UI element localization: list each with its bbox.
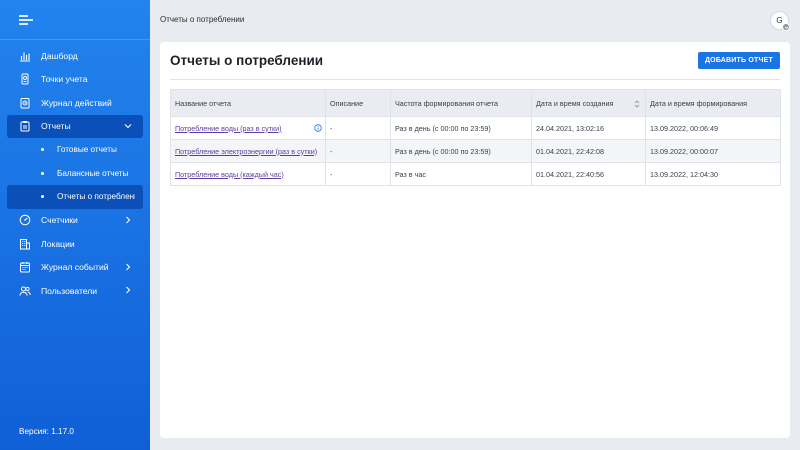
sidebar-item-meter-points[interactable]: Точки учета	[0, 68, 150, 92]
sidebar-subitem-label: Готовые отчеты	[57, 145, 117, 155]
bullet-icon	[41, 195, 44, 199]
report-link[interactable]: Потребление электроэнергии (раз в сутки)	[175, 147, 317, 156]
sidebar-item-dashboard[interactable]: Дашборд	[0, 44, 150, 68]
sidebar-subitem-consumption-reports[interactable]: Отчеты о потреблении	[7, 185, 143, 209]
report-name-cell: Потребление воды (раз в сутки)	[170, 116, 326, 140]
sidebar-item-label: Журнал действий	[41, 97, 112, 108]
topbar: Отчеты о потреблении G	[150, 0, 800, 40]
sidebar-item-label: Локации	[41, 238, 75, 249]
sort-icon[interactable]	[634, 100, 640, 108]
page-title: Отчеты о потреблении	[170, 53, 324, 68]
meter-point-icon	[19, 73, 31, 85]
sidebar-item-label: Журнал событий	[41, 262, 109, 273]
column-header-created[interactable]: Дата и время создания	[531, 89, 646, 117]
sidebar-item-users[interactable]: Пользователи	[0, 279, 150, 303]
users-icon	[19, 285, 31, 297]
frequency-cell: Раз в день (с 00:00 по 23:59)	[390, 139, 532, 163]
created-cell: 24.04.2021, 13:02:16	[531, 116, 646, 140]
sidebar-subitem-label: Балансные отчеты	[57, 168, 129, 178]
description-cell: -	[325, 116, 391, 140]
building-icon	[19, 238, 31, 250]
divider	[170, 79, 780, 80]
sidebar-nav: Дашборд Точки учета Журнал действий Отче…	[0, 44, 150, 303]
reports-icon	[19, 120, 31, 132]
created-cell: 01.04.2021, 22:40:56	[531, 162, 646, 186]
table-row[interactable]: Потребление воды (каждый час) - Раз в ча…	[170, 162, 781, 186]
table-row[interactable]: Потребление электроэнергии (раз в сутки)…	[170, 139, 781, 163]
column-header-frequency[interactable]: Частота формирования отчета	[390, 89, 532, 117]
report-link[interactable]: Потребление воды (раз в сутки)	[175, 124, 282, 133]
calendar-icon	[19, 261, 31, 273]
created-cell: 01.04.2021, 22:42:08	[531, 139, 646, 163]
sidebar-subitem-balance-reports[interactable]: Балансные отчеты	[0, 162, 150, 186]
generated-cell: 13.09.2022, 12:04:30	[645, 162, 781, 186]
breadcrumb: Отчеты о потреблении	[160, 15, 245, 24]
info-icon[interactable]	[314, 124, 322, 132]
chevron-right-icon[interactable]	[124, 216, 132, 224]
column-header-label: Дата и время создания	[536, 98, 614, 108]
action-log-icon	[19, 97, 31, 109]
table-header-row: Название отчета Описание Частота формиро…	[170, 89, 781, 117]
report-name-cell: Потребление воды (каждый час)	[170, 162, 326, 186]
sidebar-header	[0, 0, 150, 40]
chevron-down-icon[interactable]	[124, 122, 132, 130]
generated-cell: 13.09.2022, 00:06:49	[645, 116, 781, 140]
generated-cell: 13.09.2022, 00:00:07	[645, 139, 781, 163]
sidebar-item-action-log[interactable]: Журнал действий	[0, 91, 150, 115]
sidebar-item-label: Отчеты	[41, 121, 71, 132]
reports-table: Название отчета Описание Частота формиро…	[170, 89, 781, 186]
add-report-button[interactable]: ДОБАВИТЬ ОТЧЕТ	[698, 52, 780, 69]
app-version: Версия: 1.17.0	[19, 427, 74, 436]
chevron-down-icon[interactable]	[782, 23, 790, 31]
gauge-icon	[19, 214, 31, 226]
bullet-icon	[41, 171, 44, 175]
sidebar-item-label: Счетчики	[41, 215, 78, 226]
chevron-right-icon[interactable]	[124, 286, 132, 294]
bullet-icon	[41, 148, 44, 152]
sidebar-subitem-label: Отчеты о потреблении	[57, 192, 135, 202]
frequency-cell: Раз в день (с 00:00 по 23:59)	[390, 116, 532, 140]
sidebar-item-label: Пользователи	[41, 285, 98, 296]
table-row[interactable]: Потребление воды (раз в сутки) - Раз в д…	[170, 116, 781, 140]
bar-chart-icon	[19, 50, 31, 62]
report-link[interactable]: Потребление воды (каждый час)	[175, 170, 284, 179]
sidebar-item-meters[interactable]: Счетчики	[0, 209, 150, 233]
description-cell: -	[325, 162, 391, 186]
frequency-cell: Раз в час	[390, 162, 532, 186]
column-header-generated[interactable]: Дата и время формирования	[645, 89, 781, 117]
chevron-right-icon[interactable]	[124, 263, 132, 271]
sidebar-item-label: Дашборд	[41, 50, 78, 61]
description-cell: -	[325, 139, 391, 163]
content-card: Отчеты о потреблении ДОБАВИТЬ ОТЧЕТ Назв…	[160, 42, 790, 438]
sidebar-item-event-log[interactable]: Журнал событий	[0, 256, 150, 280]
column-header-description[interactable]: Описание	[325, 89, 391, 117]
report-name-cell: Потребление электроэнергии (раз в сутки)	[170, 139, 326, 163]
sidebar-item-locations[interactable]: Локации	[0, 232, 150, 256]
menu-toggle-icon[interactable]	[19, 15, 33, 25]
sidebar-item-label: Точки учета	[41, 74, 88, 85]
column-header-name[interactable]: Название отчета	[170, 89, 326, 117]
sidebar-item-reports[interactable]: Отчеты	[7, 114, 143, 138]
sidebar-subitem-ready-reports[interactable]: Готовые отчеты	[0, 138, 150, 162]
sidebar: Дашборд Точки учета Журнал действий Отче…	[0, 0, 150, 450]
